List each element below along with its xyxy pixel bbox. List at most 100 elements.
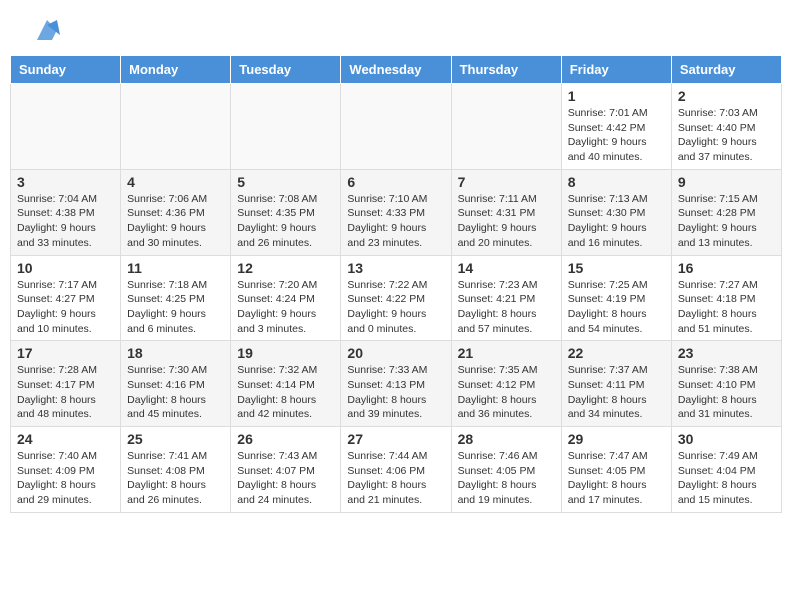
day-number: 20 [347, 345, 444, 361]
calendar-cell [231, 84, 341, 170]
calendar-cell: 10Sunrise: 7:17 AM Sunset: 4:27 PM Dayli… [11, 255, 121, 341]
day-number: 25 [127, 431, 224, 447]
day-number: 8 [568, 174, 665, 190]
day-number: 5 [237, 174, 334, 190]
day-info: Sunrise: 7:47 AM Sunset: 4:05 PM Dayligh… [568, 449, 665, 508]
calendar-cell: 25 Sunrise: 7:41 AM Sunset: 4:08 PM Dayli… [121, 427, 231, 513]
day-number: 3 [17, 174, 114, 190]
calendar-cell: 18 Sunrise: 7:30 AM Sunset: 4:16 PM Dayli… [121, 341, 231, 427]
calendar-cell: 23 Sunrise: 7:38 AM Sunset: 4:10 PM Dayli… [671, 341, 781, 427]
day-number: 9 [678, 174, 775, 190]
calendar-cell: 9 Sunrise: 7:15 AM Sunset: 4:28 PM Daylig… [671, 169, 781, 255]
calendar-cell: 19 Sunrise: 7:32 AM Sunset: 4:14 PM Dayli… [231, 341, 341, 427]
calendar-cell: 14Sunrise: 7:23 AM Sunset: 4:21 PM Dayli… [451, 255, 561, 341]
calendar-cell: 30 Sunrise: 7:49 AM Sunset: 4:04 PM Dayli… [671, 427, 781, 513]
day-number: 17 [17, 345, 114, 361]
day-number: 16 [678, 260, 775, 276]
day-info: Sunrise: 7:28 AM Sunset: 4:17 PM Dayligh… [17, 363, 114, 422]
day-info: Sunrise: 7:40 AM Sunset: 4:09 PM Dayligh… [17, 449, 114, 508]
day-info: Sunrise: 7:49 AM Sunset: 4:04 PM Dayligh… [678, 449, 775, 508]
day-number: 28 [458, 431, 555, 447]
calendar-header-wednesday: Wednesday [341, 56, 451, 84]
calendar-week-row: 1Sunrise: 7:01 AM Sunset: 4:42 PM Daylig… [11, 84, 782, 170]
calendar-cell: 21 Sunrise: 7:35 AM Sunset: 4:12 PM Dayli… [451, 341, 561, 427]
day-number: 11 [127, 260, 224, 276]
day-info: Sunrise: 7:27 AM Sunset: 4:18 PM Dayligh… [678, 278, 775, 337]
calendar-cell: 29 Sunrise: 7:47 AM Sunset: 4:05 PM Dayli… [561, 427, 671, 513]
day-number: 6 [347, 174, 444, 190]
day-number: 19 [237, 345, 334, 361]
calendar-header-thursday: Thursday [451, 56, 561, 84]
day-info: Sunrise: 7:46 AM Sunset: 4:05 PM Dayligh… [458, 449, 555, 508]
day-number: 4 [127, 174, 224, 190]
calendar-cell [341, 84, 451, 170]
calendar-cell: 24 Sunrise: 7:40 AM Sunset: 4:09 PM Dayli… [11, 427, 121, 513]
logo-icon [32, 15, 62, 45]
day-number: 18 [127, 345, 224, 361]
calendar-cell [11, 84, 121, 170]
calendar-week-row: 24 Sunrise: 7:40 AM Sunset: 4:09 PM Dayli… [11, 427, 782, 513]
day-info: Sunrise: 7:13 AM Sunset: 4:30 PM Dayligh… [568, 192, 665, 251]
day-info: Sunrise: 7:38 AM Sunset: 4:10 PM Dayligh… [678, 363, 775, 422]
calendar-cell: 28 Sunrise: 7:46 AM Sunset: 4:05 PM Dayli… [451, 427, 561, 513]
page-header [10, 0, 782, 50]
calendar-cell: 7 Sunrise: 7:11 AM Sunset: 4:31 PM Daylig… [451, 169, 561, 255]
calendar-cell: 27 Sunrise: 7:44 AM Sunset: 4:06 PM Dayli… [341, 427, 451, 513]
calendar-cell: 11 Sunrise: 7:18 AM Sunset: 4:25 PM Dayli… [121, 255, 231, 341]
day-number: 21 [458, 345, 555, 361]
calendar-week-row: 3 Sunrise: 7:04 AM Sunset: 4:38 PM Daylig… [11, 169, 782, 255]
calendar-cell: 12 Sunrise: 7:20 AM Sunset: 4:24 PM Dayli… [231, 255, 341, 341]
day-info: Sunrise: 7:37 AM Sunset: 4:11 PM Dayligh… [568, 363, 665, 422]
day-number: 2 [678, 88, 775, 104]
day-info: Sunrise: 7:11 AM Sunset: 4:31 PM Dayligh… [458, 192, 555, 251]
day-info: Sunrise: 7:44 AM Sunset: 4:06 PM Dayligh… [347, 449, 444, 508]
calendar-cell: 16 Sunrise: 7:27 AM Sunset: 4:18 PM Dayli… [671, 255, 781, 341]
day-info: Sunrise: 7:04 AM Sunset: 4:38 PM Dayligh… [17, 192, 114, 251]
calendar-header-saturday: Saturday [671, 56, 781, 84]
day-number: 24 [17, 431, 114, 447]
day-info: Sunrise: 7:15 AM Sunset: 4:28 PM Dayligh… [678, 192, 775, 251]
day-info: Sunrise: 7:35 AM Sunset: 4:12 PM Dayligh… [458, 363, 555, 422]
calendar-cell: 1Sunrise: 7:01 AM Sunset: 4:42 PM Daylig… [561, 84, 671, 170]
day-info: Sunrise: 7:03 AM Sunset: 4:40 PM Dayligh… [678, 106, 775, 165]
calendar-cell: 5 Sunrise: 7:08 AM Sunset: 4:35 PM Daylig… [231, 169, 341, 255]
day-number: 27 [347, 431, 444, 447]
calendar-cell: 22 Sunrise: 7:37 AM Sunset: 4:11 PM Dayli… [561, 341, 671, 427]
day-info: Sunrise: 7:20 AM Sunset: 4:24 PM Dayligh… [237, 278, 334, 337]
day-info: Sunrise: 7:23 AM Sunset: 4:21 PM Dayligh… [458, 278, 555, 337]
calendar-cell: 15 Sunrise: 7:25 AM Sunset: 4:19 PM Dayli… [561, 255, 671, 341]
day-number: 15 [568, 260, 665, 276]
calendar-cell [451, 84, 561, 170]
day-number: 12 [237, 260, 334, 276]
day-info: Sunrise: 7:22 AM Sunset: 4:22 PM Dayligh… [347, 278, 444, 337]
calendar-header-tuesday: Tuesday [231, 56, 341, 84]
day-number: 22 [568, 345, 665, 361]
day-number: 29 [568, 431, 665, 447]
day-info: Sunrise: 7:10 AM Sunset: 4:33 PM Dayligh… [347, 192, 444, 251]
calendar-cell: 13 Sunrise: 7:22 AM Sunset: 4:22 PM Dayli… [341, 255, 451, 341]
day-info: Sunrise: 7:06 AM Sunset: 4:36 PM Dayligh… [127, 192, 224, 251]
calendar-header-friday: Friday [561, 56, 671, 84]
day-info: Sunrise: 7:08 AM Sunset: 4:35 PM Dayligh… [237, 192, 334, 251]
day-number: 1 [568, 88, 665, 104]
calendar-header-monday: Monday [121, 56, 231, 84]
calendar-header-sunday: Sunday [11, 56, 121, 84]
calendar-cell: 26Sunrise: 7:43 AM Sunset: 4:07 PM Dayli… [231, 427, 341, 513]
day-number: 30 [678, 431, 775, 447]
day-number: 23 [678, 345, 775, 361]
calendar-week-row: 17 Sunrise: 7:28 AM Sunset: 4:17 PM Dayli… [11, 341, 782, 427]
day-info: Sunrise: 7:18 AM Sunset: 4:25 PM Dayligh… [127, 278, 224, 337]
day-info: Sunrise: 7:30 AM Sunset: 4:16 PM Dayligh… [127, 363, 224, 422]
day-info: Sunrise: 7:32 AM Sunset: 4:14 PM Dayligh… [237, 363, 334, 422]
day-info: Sunrise: 7:25 AM Sunset: 4:19 PM Dayligh… [568, 278, 665, 337]
day-number: 26 [237, 431, 334, 447]
calendar-header-row: SundayMondayTuesdayWednesdayThursdayFrid… [11, 56, 782, 84]
day-info: Sunrise: 7:33 AM Sunset: 4:13 PM Dayligh… [347, 363, 444, 422]
calendar-table: SundayMondayTuesdayWednesdayThursdayFrid… [10, 55, 782, 513]
day-number: 13 [347, 260, 444, 276]
day-info: Sunrise: 7:41 AM Sunset: 4:08 PM Dayligh… [127, 449, 224, 508]
calendar-cell: 20 Sunrise: 7:33 AM Sunset: 4:13 PM Dayli… [341, 341, 451, 427]
calendar-cell: 6 Sunrise: 7:10 AM Sunset: 4:33 PM Daylig… [341, 169, 451, 255]
day-number: 7 [458, 174, 555, 190]
day-number: 10 [17, 260, 114, 276]
